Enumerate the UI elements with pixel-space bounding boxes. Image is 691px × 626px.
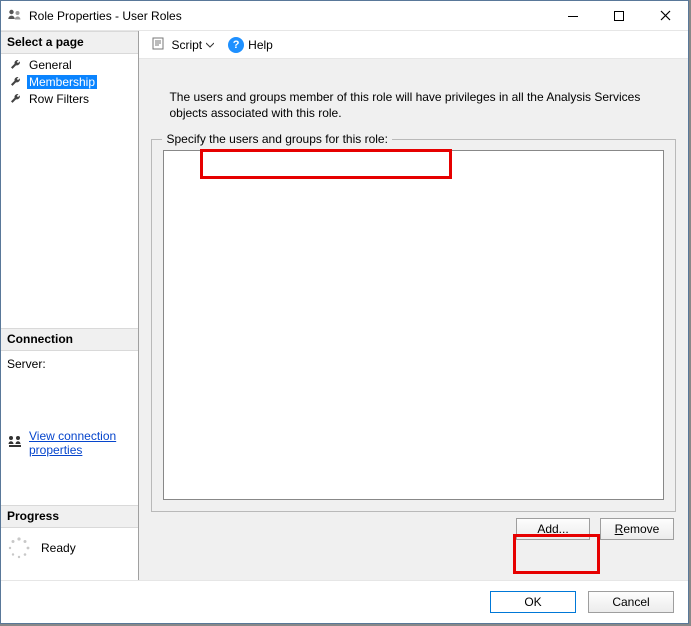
- content-pane: Script ? Help The users and groups membe…: [139, 31, 688, 580]
- wrench-icon: [9, 58, 23, 72]
- select-page-header: Select a page: [1, 31, 138, 54]
- help-button[interactable]: ? Help: [224, 34, 277, 56]
- remove-button[interactable]: Remove: [600, 518, 674, 540]
- titlebar: Role Properties - User Roles: [1, 1, 688, 31]
- maximize-button[interactable]: [596, 1, 642, 31]
- connection-panel: Server:: [1, 351, 138, 427]
- chevron-down-icon: [206, 41, 214, 49]
- dialog-window: Role Properties - User Roles Select a pa…: [0, 0, 689, 624]
- description-text: The users and groups member of this role…: [151, 71, 676, 139]
- close-icon: [660, 10, 671, 21]
- script-button[interactable]: Script: [147, 34, 218, 56]
- connection-header: Connection: [1, 328, 138, 351]
- ok-button-label: OK: [524, 595, 541, 609]
- wrench-icon: [9, 92, 23, 106]
- add-button-label: Add...: [537, 522, 568, 536]
- main-panel: The users and groups member of this role…: [139, 59, 688, 580]
- members-button-row: Add... Remove: [151, 512, 676, 542]
- script-label: Script: [171, 38, 202, 52]
- nav-label: Membership: [27, 75, 97, 89]
- add-button[interactable]: Add...: [516, 518, 590, 540]
- nav-label: General: [27, 58, 74, 72]
- view-connection-row: View connection properties: [1, 427, 138, 465]
- members-listbox[interactable]: [163, 150, 664, 500]
- progress-status: Ready: [41, 541, 76, 555]
- nav-item-row-filters[interactable]: Row Filters: [1, 90, 138, 107]
- wrench-icon: [9, 75, 23, 89]
- specify-label: Specify the users and groups for this ro…: [162, 132, 391, 146]
- remove-button-label: Remove: [615, 522, 660, 536]
- page-nav: General Membership Row Filters: [1, 54, 138, 109]
- window-title: Role Properties - User Roles: [29, 9, 182, 23]
- minimize-button[interactable]: [550, 1, 596, 31]
- sidebar: Select a page General Membership: [1, 31, 139, 580]
- minimize-icon: [568, 11, 578, 21]
- maximize-icon: [614, 11, 624, 21]
- view-connection-link[interactable]: View connection properties: [29, 429, 132, 457]
- progress-panel: Ready: [1, 528, 138, 580]
- nav-item-general[interactable]: General: [1, 56, 138, 73]
- toolstrip: Script ? Help: [139, 31, 688, 59]
- dialog-footer: OK Cancel: [1, 580, 688, 623]
- role-app-icon: [7, 8, 23, 24]
- nav-item-membership[interactable]: Membership: [1, 73, 138, 90]
- progress-spinner-icon: [7, 536, 31, 560]
- ok-button[interactable]: OK: [490, 591, 576, 613]
- server-label: Server:: [7, 357, 132, 371]
- script-icon: [151, 35, 167, 54]
- cancel-button[interactable]: Cancel: [588, 591, 674, 613]
- progress-header: Progress: [1, 505, 138, 528]
- cancel-button-label: Cancel: [612, 595, 649, 609]
- nav-label: Row Filters: [27, 92, 91, 106]
- members-groupbox: Specify the users and groups for this ro…: [151, 139, 676, 512]
- help-label: Help: [248, 38, 273, 52]
- close-button[interactable]: [642, 1, 688, 31]
- connection-icon: [7, 434, 23, 453]
- help-icon: ?: [228, 37, 244, 53]
